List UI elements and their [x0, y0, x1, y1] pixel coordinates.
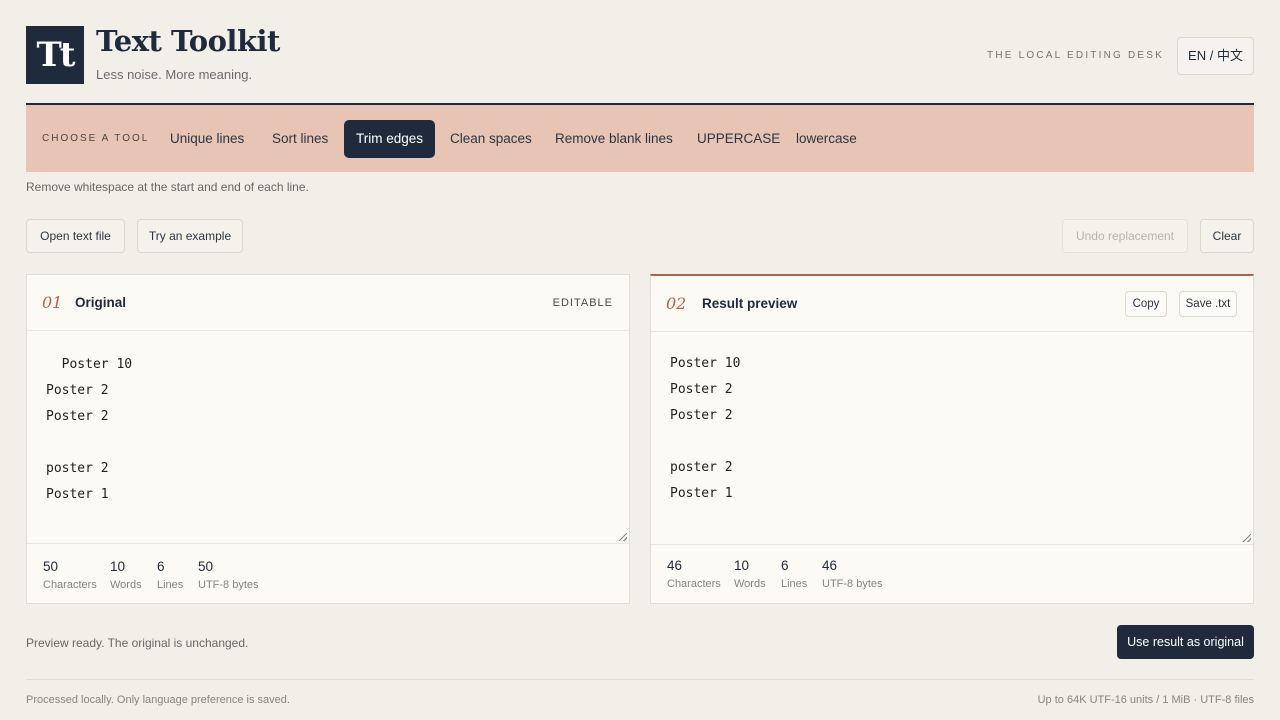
editable-tag: EDITABLE [552, 297, 613, 309]
app-tagline: Less noise. More meaning. [96, 67, 253, 82]
text-line: Poster 1 [46, 487, 109, 502]
tool-uppercase[interactable]: UPPERCASE [685, 120, 792, 158]
original-panel-number: 01 [42, 293, 63, 312]
stat-words-label: Words [734, 578, 766, 590]
tool-description: Remove whitespace at the start and end o… [26, 180, 309, 194]
status-message: Preview ready. The original is unchanged… [26, 636, 249, 650]
original-textarea[interactable]: Poster 10 Poster 2 Poster 2 poster 2 Pos… [27, 332, 629, 544]
try-example-button[interactable]: Try an example [137, 219, 243, 253]
stat-bytes-value: 50 [198, 559, 214, 574]
stat-words-value: 10 [110, 559, 126, 574]
save-txt-button[interactable]: Save .txt [1179, 291, 1237, 317]
tool-unique-lines[interactable]: Unique lines [158, 120, 256, 158]
stat-lines-value: 6 [781, 558, 789, 573]
app-logo: Tt [26, 26, 84, 84]
stat-lines-label: Lines [157, 579, 184, 591]
text-line: poster 2 [46, 461, 109, 476]
stat-lines-label: Lines [781, 578, 808, 590]
stat-words-value: 10 [734, 558, 750, 573]
tool-trim-edges[interactable]: Trim edges [344, 120, 436, 158]
toolbar-label: CHOOSE A TOOL [42, 133, 150, 144]
original-panel-title: Original [75, 295, 127, 310]
result-panel-number: 02 [666, 294, 687, 313]
clear-button[interactable]: Clear [1200, 219, 1254, 253]
stat-characters-label: Characters [667, 578, 721, 590]
text-line: Poster 2 [670, 382, 733, 397]
stat-bytes-value: 46 [822, 558, 838, 573]
text-line: Poster 10 [46, 357, 133, 372]
text-line: Poster 1 [670, 486, 733, 501]
result-panel-title: Result preview [702, 296, 798, 311]
footer-limits-note: Up to 64K UTF-16 units / 1 MiB · UTF-8 f… [1037, 694, 1254, 706]
original-panel: 01 Original EDITABLE Poster 10 Poster 2 … [26, 274, 630, 604]
tool-clean-spaces[interactable]: Clean spaces [438, 120, 544, 158]
open-text-file-button[interactable]: Open text file [26, 219, 125, 253]
original-panel-header: 01 Original EDITABLE [27, 275, 629, 331]
result-textarea[interactable]: Poster 10 Poster 2 Poster 2 poster 2 Pos… [651, 333, 1253, 545]
result-panel: 02 Result preview Copy Save .txt Poster … [650, 274, 1254, 604]
footer-divider [26, 679, 1254, 680]
stat-words-label: Words [110, 579, 142, 591]
text-line: Poster 2 [46, 383, 109, 398]
result-panel-header: 02 Result preview Copy Save .txt [651, 276, 1253, 332]
desk-label: THE LOCAL EDITING DESK [987, 50, 1164, 61]
stat-characters-value: 50 [43, 559, 59, 574]
tool-remove-blank-lines[interactable]: Remove blank lines [543, 120, 685, 158]
stat-lines-value: 6 [157, 559, 165, 574]
resize-handle-icon[interactable] [1243, 534, 1251, 542]
stat-bytes-label: UTF-8 bytes [198, 579, 259, 591]
copy-button[interactable]: Copy [1125, 291, 1167, 317]
stat-characters-value: 46 [667, 558, 683, 573]
footer-privacy-note: Processed locally. Only language prefere… [26, 694, 290, 706]
text-line: poster 2 [670, 460, 733, 475]
stat-characters-label: Characters [43, 579, 97, 591]
tool-bar: CHOOSE A TOOL Unique lines Sort lines Tr… [26, 105, 1254, 172]
tool-sort-lines[interactable]: Sort lines [260, 120, 340, 158]
tool-lowercase[interactable]: lowercase [784, 120, 869, 158]
resize-handle-icon[interactable] [619, 533, 627, 541]
stat-bytes-label: UTF-8 bytes [822, 578, 883, 590]
language-toggle-button[interactable]: EN / 中文 [1177, 37, 1254, 75]
text-line: Poster 2 [46, 409, 109, 424]
undo-replacement-button[interactable]: Undo replacement [1062, 219, 1188, 253]
text-line: Poster 2 [670, 408, 733, 423]
text-line: Poster 10 [670, 356, 741, 371]
app-title: Text Toolkit [96, 24, 280, 58]
use-result-as-original-button[interactable]: Use result as original [1117, 625, 1254, 659]
